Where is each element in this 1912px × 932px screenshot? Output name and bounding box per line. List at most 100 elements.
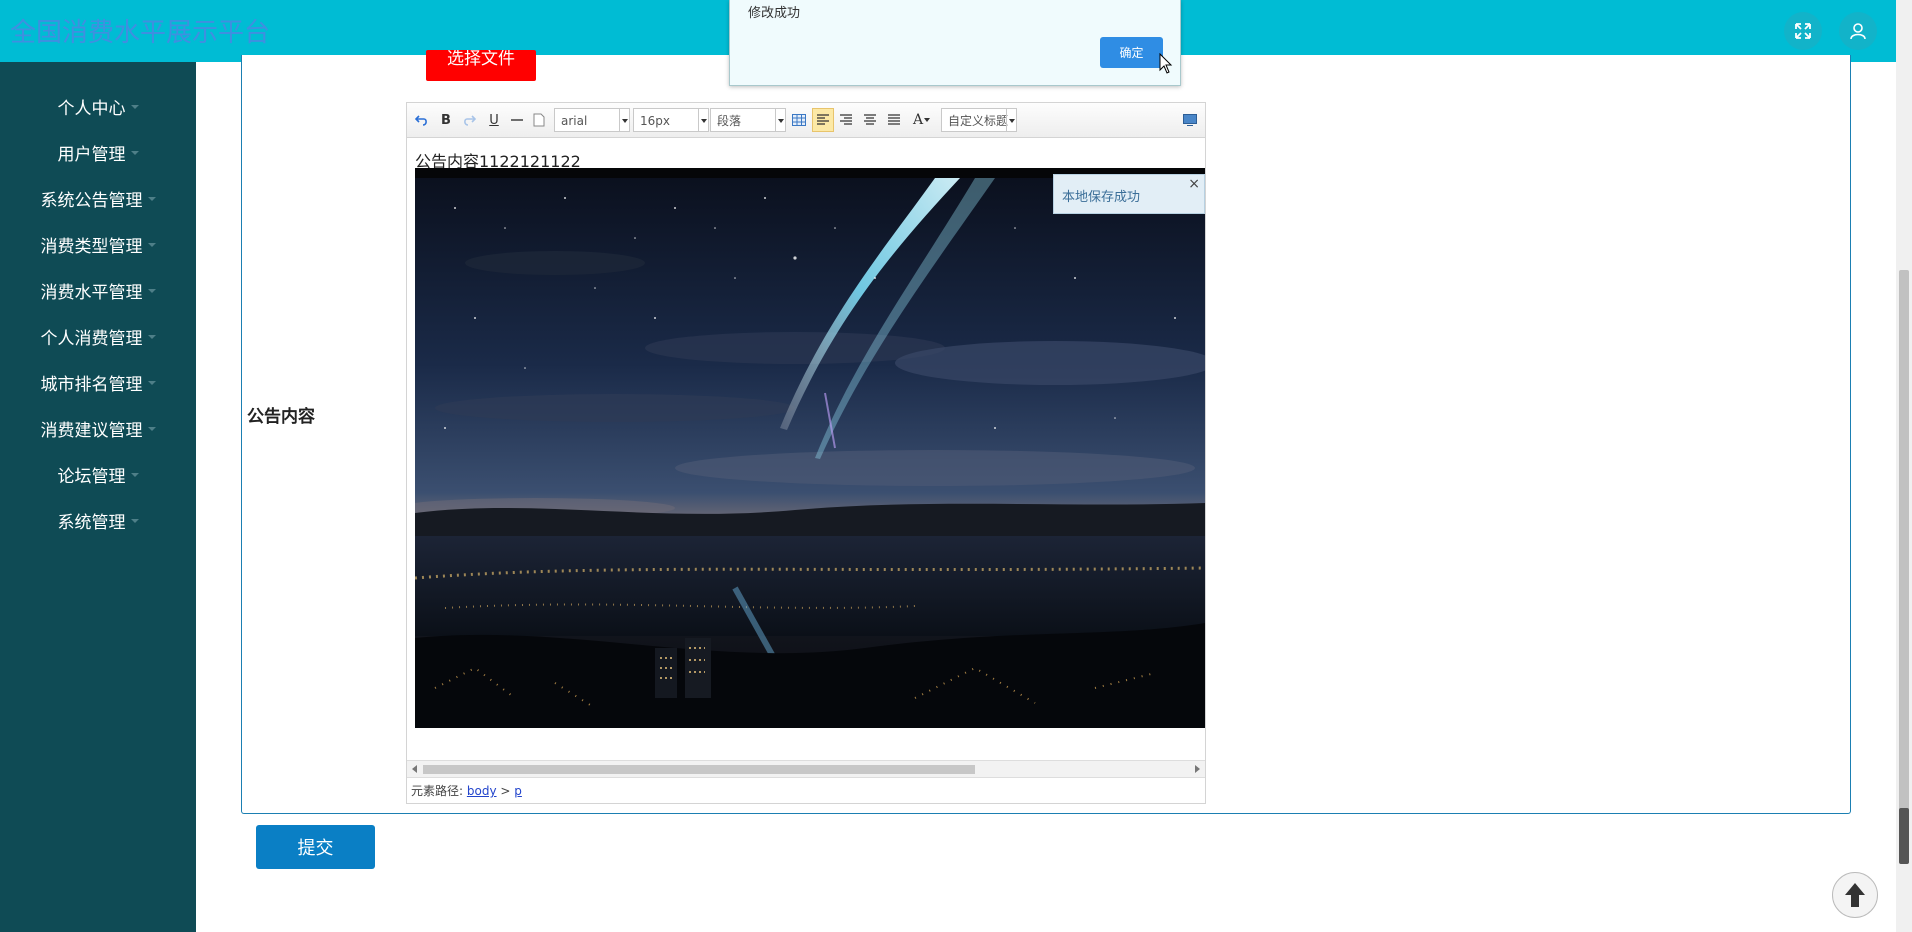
font-size-value: 16px [640,114,670,128]
editor-horizontal-scrollbar[interactable] [407,760,1205,777]
font-family-select[interactable]: arial [554,108,630,132]
paragraph-select[interactable]: 段落 [710,108,786,132]
sidebar-item-city-ranking-management[interactable]: 城市排名管理 [0,359,196,405]
fullscreen-button[interactable] [1784,12,1822,50]
expand-icon [1795,23,1811,39]
caret-down-icon [130,105,139,109]
bold-button[interactable]: B [437,111,455,129]
close-icon[interactable]: × [1188,176,1200,192]
path-link-p[interactable]: p [514,784,522,798]
caret-down-icon [924,118,930,122]
sidebar-item-label: 消费类型管理 [40,236,143,257]
paragraph-value: 段落 [717,114,742,128]
sidebar-item-label: 系统公告管理 [40,190,143,211]
custom-title-select[interactable]: 自定义标题 [941,108,1017,132]
dropdown-arrow-icon [1006,109,1016,131]
font-family-value: arial [561,114,588,128]
caret-down-icon [130,151,139,155]
sidebar-item-label: 个人中心 [57,98,126,119]
rich-text-editor: B U arial 16px 段落 A 自定义标题 公告内容1122121122… [406,102,1206,804]
caret-down-icon [147,197,156,201]
sidebar-item-forum-management[interactable]: 论坛管理 [0,451,196,497]
scroll-thumb[interactable] [423,765,975,774]
custom-title-value: 自定义标题 [948,114,1009,128]
align-center-button[interactable] [861,111,879,129]
caret-down-icon [147,381,156,385]
sidebar-item-label: 消费建议管理 [40,420,143,441]
dropdown-arrow-icon [698,109,708,131]
alert-dialog: 修改成功 确定 [729,0,1181,86]
dialog-ok-button[interactable]: 确定 [1100,37,1163,68]
sidebar-item-label: 消费水平管理 [40,282,143,303]
redo-button[interactable] [460,111,478,129]
caret-down-icon [147,289,156,293]
content-field-label: 公告内容 [247,407,315,427]
sidebar-item-consumption-level-management[interactable]: 消费水平管理 [0,267,196,313]
undo-button[interactable] [413,111,431,129]
align-left-icon [817,114,829,125]
page-icon [533,113,545,127]
editor-content-area[interactable]: 公告内容1122121122 本地保存成功 × [407,138,1205,763]
font-size-select[interactable]: 16px [633,108,709,132]
night-sky-comet-image [415,168,1205,728]
submit-button[interactable]: 提交 [256,825,375,869]
horizontal-rule-icon [511,119,523,121]
sidebar-item-user-management[interactable]: 用户管理 [0,129,196,175]
sidebar-item-label: 论坛管理 [57,466,126,487]
page-scrollbar[interactable] [1896,0,1912,932]
preview-button[interactable] [1181,111,1199,129]
dialog-message: 修改成功 [748,6,801,21]
align-justify-icon [888,114,900,125]
table-icon [792,114,806,126]
scroll-right-icon[interactable] [1195,765,1200,773]
align-center-icon [864,114,876,125]
scroll-thumb-dark[interactable] [1899,808,1909,864]
horizontal-rule-button[interactable] [508,111,526,129]
caret-down-icon [147,335,156,339]
back-to-top-button[interactable] [1832,872,1878,918]
choose-file-button[interactable]: 选择文件 [426,50,536,81]
sidebar-item-consumption-advice-management[interactable]: 消费建议管理 [0,405,196,451]
arrow-up-icon [1845,883,1865,907]
sidebar: 个人中心 用户管理 系统公告管理 消费类型管理 消费水平管理 个人消费管理 城市… [0,62,196,932]
path-separator: > [500,784,511,798]
align-justify-button[interactable] [885,111,903,129]
insert-table-button[interactable] [790,111,808,129]
caret-down-icon [130,519,139,523]
font-color-dropdown[interactable] [923,111,931,129]
caret-down-icon [147,243,156,247]
toast-message: 本地保存成功 [1062,190,1141,205]
align-right-icon [840,114,852,125]
monitor-icon [1183,114,1197,126]
page-break-button[interactable] [530,111,548,129]
underline-button[interactable]: U [485,111,503,129]
editor-toolbar: B U arial 16px 段落 A 自定义标题 [407,103,1205,138]
dropdown-arrow-icon [775,109,785,131]
mouse-cursor-icon [1159,53,1173,74]
redo-icon [464,115,476,126]
sidebar-item-label: 城市排名管理 [40,374,143,395]
caret-down-icon [130,473,139,477]
local-save-toast: 本地保存成功 × [1053,174,1205,214]
sidebar-item-personal-center[interactable]: 个人中心 [0,83,196,129]
undo-icon [415,115,427,126]
sidebar-item-system-management[interactable]: 系统管理 [0,497,196,543]
caret-down-icon [147,427,156,431]
user-menu-button[interactable] [1839,12,1877,50]
align-right-button[interactable] [837,111,855,129]
user-icon [1850,23,1866,40]
sidebar-item-consumption-type-management[interactable]: 消费类型管理 [0,221,196,267]
element-path-label: 元素路径: [411,784,464,798]
sidebar-item-label: 个人消费管理 [40,328,143,349]
sidebar-item-personal-consumption-management[interactable]: 个人消费管理 [0,313,196,359]
sidebar-item-announcement-management[interactable]: 系统公告管理 [0,175,196,221]
scroll-thumb[interactable] [1899,270,1909,810]
path-link-body[interactable]: body [467,784,497,798]
align-left-button[interactable] [812,108,834,132]
choose-file-label: 选择文件 [447,50,515,69]
element-path-bar: 元素路径: body > p [407,777,1205,803]
sidebar-item-label: 系统管理 [57,512,126,533]
sidebar-item-label: 用户管理 [57,144,126,165]
app-title: 全国消费水平展示平台 [10,18,271,48]
scroll-left-icon[interactable] [412,765,417,773]
